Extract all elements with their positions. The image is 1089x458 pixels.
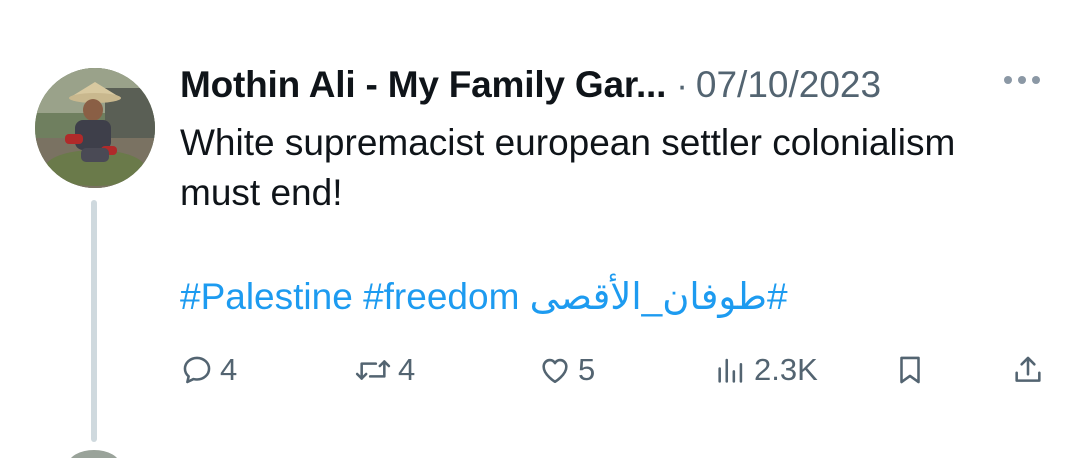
action-bar: 4 4 5 2.3K: [0, 346, 1089, 394]
more-dot: [1004, 76, 1012, 84]
hashtag-palestine[interactable]: #Palestine: [180, 276, 353, 317]
views-button[interactable]: 2.3K: [714, 346, 818, 394]
views-count: 2.3K: [754, 352, 818, 387]
more-icon[interactable]: [1004, 76, 1040, 84]
tweet-header: Mothin Ali - My Family Gar... · 07/10/20…: [180, 64, 881, 112]
header-separator: ·: [676, 66, 688, 105]
like-button[interactable]: 5: [538, 346, 595, 394]
reply-count: 4: [220, 352, 238, 387]
tweet-hashtags: #Palestine #freedom #طوفان_الأقصى: [180, 272, 788, 322]
reply-button[interactable]: 4: [180, 346, 237, 394]
tweet[interactable]: Mothin Ali - My Family Gar... · 07/10/20…: [0, 0, 1089, 458]
avatar-photo: [35, 68, 155, 188]
retweet-icon: [355, 360, 391, 380]
share-button[interactable]: [1011, 346, 1045, 394]
retweet-count: 4: [398, 352, 416, 387]
bookmark-button[interactable]: [893, 346, 927, 394]
hashtag-freedom[interactable]: #freedom: [363, 276, 519, 317]
share-icon: [1015, 356, 1041, 382]
next-tweet-avatar[interactable]: [68, 450, 120, 458]
reply-icon: [183, 356, 211, 384]
avatar[interactable]: [35, 68, 155, 188]
thread-line: [91, 200, 97, 442]
author-name[interactable]: Mothin Ali - My Family Gar...: [180, 64, 666, 106]
more-dot: [1018, 76, 1026, 84]
tweet-date[interactable]: 07/10/2023: [696, 64, 881, 106]
heart-icon: [542, 358, 568, 384]
bookmark-icon: [900, 356, 920, 384]
like-count: 5: [578, 352, 596, 387]
views-chart-icon: [718, 358, 743, 383]
retweet-button[interactable]: 4: [354, 346, 415, 394]
tweet-text: White supremacist european settler colon…: [180, 122, 956, 213]
more-dot: [1032, 76, 1040, 84]
hashtag-al-aqsa-flood[interactable]: #طوفان_الأقصى: [530, 276, 788, 317]
